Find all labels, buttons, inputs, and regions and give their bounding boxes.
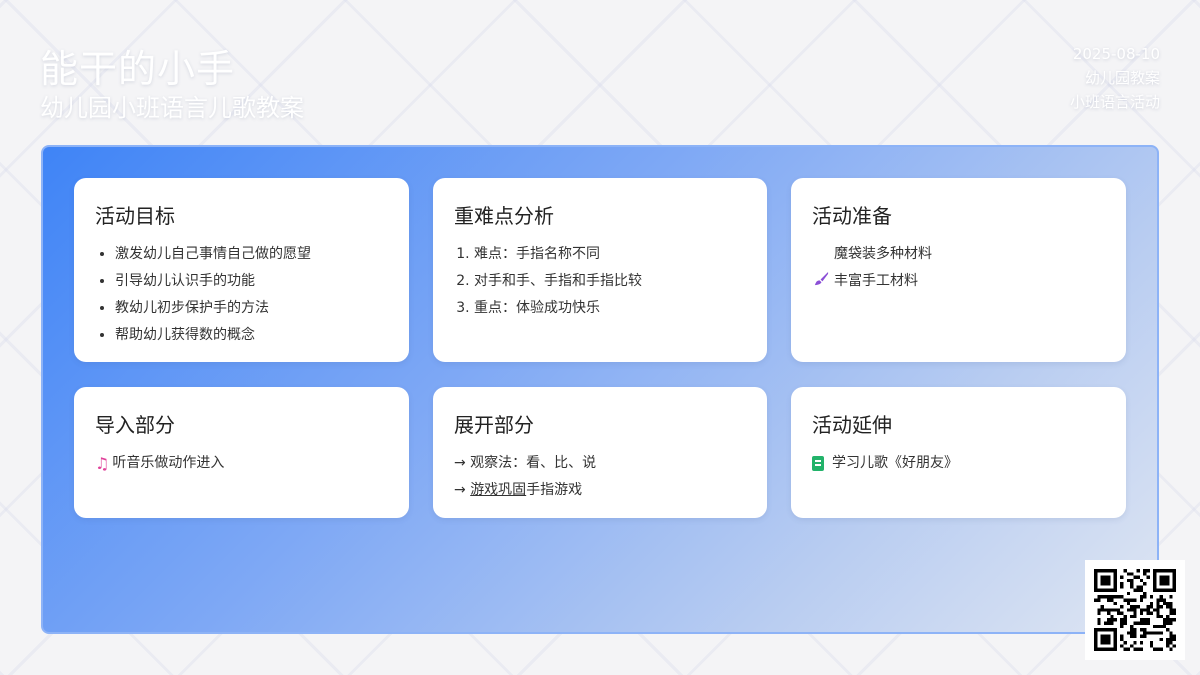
card-title: 导入部分 [95, 413, 175, 437]
meta-date: 2025-08-10 [1072, 45, 1160, 63]
card-title: 重难点分析 [454, 204, 554, 228]
preparation-item-1: 魔袋装多种材料 [834, 246, 932, 262]
list-item: 帮助幼儿获得数的概念 [115, 322, 388, 349]
music-note-icon: ♫ [95, 454, 110, 473]
card-goals: 活动目标 激发幼儿自己事情自己做的愿望 引导幼儿认识手的功能 教幼儿初步保护手的… [74, 178, 409, 362]
book-icon [812, 456, 824, 471]
card-intro: 导入部分 ♫ 听音乐做动作进入 [74, 387, 409, 518]
qr-code-image [1094, 569, 1176, 651]
page-subtitle: 幼儿园小班语言儿歌教案 [40, 94, 304, 122]
list-item: 魔袋装多种材料 [812, 241, 1105, 268]
list-item: 教幼儿初步保护手的方法 [115, 295, 388, 322]
paintbrush-icon [812, 268, 830, 295]
list-item: 对手和手、手指和手指比较 [474, 268, 746, 295]
list-item: → 观察法：看、比、说 [454, 455, 597, 471]
card-development: 展开部分 → 观察法：看、比、说 → 游戏巩固 手指游戏 [433, 387, 767, 518]
list-item: → 游戏巩固 手指游戏 [454, 477, 746, 504]
meta-info: 2025-08-10 幼儿园教案 小班语言活动 [1070, 42, 1160, 114]
game-link[interactable]: 游戏巩固 [470, 477, 526, 504]
list-item: 难点：手指名称不同 [474, 241, 746, 268]
meta-activity: 小班语言活动 [1069, 93, 1160, 111]
extension-item-1: 学习儿歌《好朋友》 [832, 455, 958, 471]
arrow-prefix: → [454, 482, 471, 498]
list-item: 重点：体验成功快乐 [474, 295, 746, 322]
meta-category: 幼儿园教案 [1084, 69, 1160, 87]
page-title: 能干的小手 [40, 47, 236, 91]
intro-item-1: 听音乐做动作进入 [112, 455, 225, 471]
goals-list: 激发幼儿自己事情自己做的愿望 引导幼儿认识手的功能 教幼儿初步保护手的方法 帮助… [95, 241, 388, 349]
list-item: 激发幼儿自己事情自己做的愿望 [115, 241, 388, 268]
list-item: 学习儿歌《好朋友》 [812, 450, 1105, 477]
list-item: 丰富手工材料 [812, 268, 1105, 295]
card-extension: 活动延伸 学习儿歌《好朋友》 [791, 387, 1126, 518]
card-key-points: 重难点分析 难点：手指名称不同 对手和手、手指和手指比较 重点：体验成功快乐 [433, 178, 767, 362]
development-item-2: 手指游戏 [526, 482, 583, 498]
card-title: 活动延伸 [812, 413, 892, 437]
list-item: 引导幼儿认识手的功能 [115, 268, 388, 295]
card-title: 展开部分 [454, 413, 534, 437]
qr-code[interactable] [1085, 560, 1185, 660]
card-title: 活动准备 [812, 204, 892, 228]
key-points-list: 难点：手指名称不同 对手和手、手指和手指比较 重点：体验成功快乐 [454, 241, 746, 322]
list-item: ♫ 听音乐做动作进入 [95, 450, 388, 477]
card-preparation: 活动准备 魔袋装多种材料 丰富手工材料 [791, 178, 1126, 362]
card-title: 活动目标 [95, 204, 175, 228]
preparation-item-2: 丰富手工材料 [834, 273, 918, 289]
